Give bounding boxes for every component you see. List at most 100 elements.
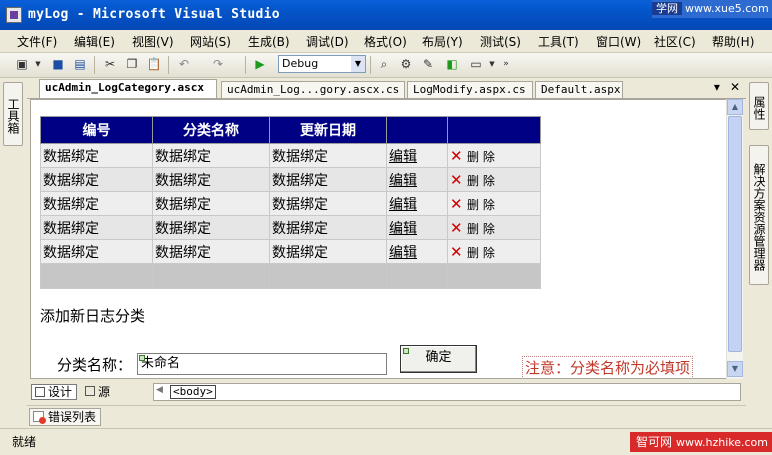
source-view-label: 源 [98,385,111,399]
add-category-heading: 添加新日志分类 [40,307,146,325]
menu-layout[interactable]: 布局(Y) [422,33,463,50]
solution-explorer-tab[interactable]: 解决方案资源管理器 [749,145,769,285]
menu-test[interactable]: 测试(S) [480,33,521,50]
header-id: 编号 [40,116,153,144]
tab-ucadmin-logcategory-ascx-cs[interactable]: ucAdmin_Log...gory.ascx.cs [221,81,405,98]
delete-button[interactable]: ✕ 删 除 [447,215,541,240]
design-view-label: 设计 [48,385,73,399]
delete-button[interactable]: ✕ 删 除 [447,167,541,192]
menu-format[interactable]: 格式(O) [364,33,407,50]
menu-edit[interactable]: 编辑(E) [74,33,115,50]
table-row: 数据绑定 数据绑定 数据绑定 编辑 ✕ 删 除 [40,215,541,240]
error-list-icon [33,411,46,424]
toolbox-toggle-icon[interactable]: ▭ [468,56,484,72]
toolbar-separator [168,56,169,74]
window-title: myLog - Microsoft Visual Studio [28,7,280,22]
paste-icon[interactable]: 📋 [146,56,162,72]
menu-community[interactable]: 社区(C) [654,33,696,50]
table-row: 数据绑定 数据绑定 数据绑定 编辑 ✕ 删 除 [40,143,541,168]
control-glyph-icon [139,355,145,361]
design-view-button[interactable]: 设计 [31,384,77,400]
object-browser-icon[interactable]: ◧ [444,56,460,72]
edit-link[interactable]: 编辑 [389,173,417,189]
toolbar-overflow-icon[interactable]: » [502,56,510,72]
cell-id: 数据绑定 [40,215,153,240]
copy-icon[interactable]: ❐ [124,56,140,72]
find-in-files-icon[interactable]: ⌕ [376,56,392,72]
menu-website[interactable]: 网站(S) [190,33,231,50]
cell-date: 数据绑定 [269,215,387,240]
tab-default-aspx[interactable]: Default.aspx [535,81,623,98]
edit-link[interactable]: 编辑 [389,245,417,261]
menu-view[interactable]: 视图(V) [132,33,174,50]
save-icon[interactable]: ■ [50,56,66,72]
edit-link[interactable]: 编辑 [389,197,417,213]
chevron-down-icon[interactable]: ▼ [351,56,365,72]
menu-debug[interactable]: 调试(D) [306,33,349,50]
cell-name: 数据绑定 [152,215,270,240]
delete-button[interactable]: ✕ 删 除 [447,143,541,168]
edit-link[interactable]: 编辑 [389,221,417,237]
delete-icon: ✕ [450,194,463,213]
app-icon[interactable] [6,7,22,23]
header-edit [386,116,448,144]
watermark-bottom: 智可网 www.hzhike.com [630,432,772,452]
tab-ucadmin-logcategory-ascx[interactable]: ucAdmin_LogCategory.ascx [39,79,217,98]
web-configuration-icon[interactable]: ⚙ [398,56,414,72]
design-surface[interactable]: 编号 分类名称 更新日期 数据绑定 数据绑定 数据绑定 编辑 ✕ 删 除 数据绑… [30,99,740,379]
cell-name: 数据绑定 [152,143,270,168]
cell-name: 数据绑定 [152,239,270,264]
delete-button[interactable]: ✕ 删 除 [447,191,541,216]
delete-button[interactable]: ✕ 删 除 [447,239,541,264]
scroll-thumb[interactable] [728,116,742,352]
toolbox-tab[interactable]: 工具箱 [3,82,23,146]
save-all-icon[interactable]: ▤ [72,56,88,72]
close-icon[interactable]: ✕ [730,80,740,94]
view-switch-bar: 设计 源 ◀ <body> [27,381,746,403]
standard-toolbar: ▣ ▼ ■ ▤ ✂ ❐ 📋 ↶ ↷ ▶ Debug ▼ ⌕ ⚙ ✎ ◧ ▭ ▼ … [0,53,772,78]
table-row: 数据绑定 数据绑定 数据绑定 编辑 ✕ 删 除 [40,239,541,264]
ok-button[interactable]: 确定 [400,345,477,373]
active-files-dropdown-icon[interactable]: ▾ [714,80,720,94]
chevron-left-icon[interactable]: ◀ [156,385,163,395]
vertical-scrollbar[interactable]: ▲ ▼ [726,99,743,379]
grid-header-row: 编号 分类名称 更新日期 [40,116,541,144]
edit-link[interactable]: 编辑 [389,149,417,165]
solution-configuration-select[interactable]: Debug ▼ [278,55,366,73]
category-name-input[interactable]: 未命名 [137,353,387,375]
tag-navigator: ◀ <body> [153,383,741,401]
cell-name: 数据绑定 [152,191,270,216]
menu-window[interactable]: 窗口(W) [596,33,641,50]
error-list-bar: 错误列表 [27,405,746,428]
error-list-tab[interactable]: 错误列表 [29,408,101,426]
toolbar-separator [370,56,371,74]
redo-icon[interactable]: ↷ [210,56,226,72]
menu-help[interactable]: 帮助(H) [712,33,754,50]
cell-name: 数据绑定 [152,167,270,192]
tab-logmodify-aspx-cs[interactable]: LogModify.aspx.cs [407,81,533,98]
properties-tab[interactable]: 属性 [749,82,769,130]
delete-label: 删 除 [467,221,495,236]
menu-file[interactable]: 文件(F) [17,33,57,50]
error-list-label: 错误列表 [48,410,97,424]
delete-icon: ✕ [450,146,463,165]
menu-tools[interactable]: 工具(T) [538,33,579,50]
category-gridview[interactable]: 编号 分类名称 更新日期 数据绑定 数据绑定 数据绑定 编辑 ✕ 删 除 数据绑… [40,116,541,289]
chevron-down-icon[interactable]: ▼ [488,56,496,72]
watermark-bottom-right: www.hzhike.com [676,436,769,449]
start-debugging-icon[interactable]: ▶ [252,56,268,72]
table-row: 数据绑定 数据绑定 数据绑定 编辑 ✕ 删 除 [40,167,541,192]
undo-icon[interactable]: ↶ [176,56,192,72]
chevron-down-icon[interactable]: ▼ [34,56,42,72]
new-project-icon[interactable]: ▣ [14,56,30,72]
source-view-button[interactable]: 源 [82,384,110,400]
menu-build[interactable]: 生成(B) [248,33,290,50]
tools-icon[interactable]: ✎ [420,56,436,72]
cut-icon[interactable]: ✂ [102,56,118,72]
scroll-up-icon[interactable]: ▲ [727,99,743,115]
body-tag-button[interactable]: <body> [170,385,216,399]
delete-label: 删 除 [467,173,495,188]
scroll-down-icon[interactable]: ▼ [727,361,743,377]
delete-icon: ✕ [450,170,463,189]
cell-id: 数据绑定 [40,143,153,168]
